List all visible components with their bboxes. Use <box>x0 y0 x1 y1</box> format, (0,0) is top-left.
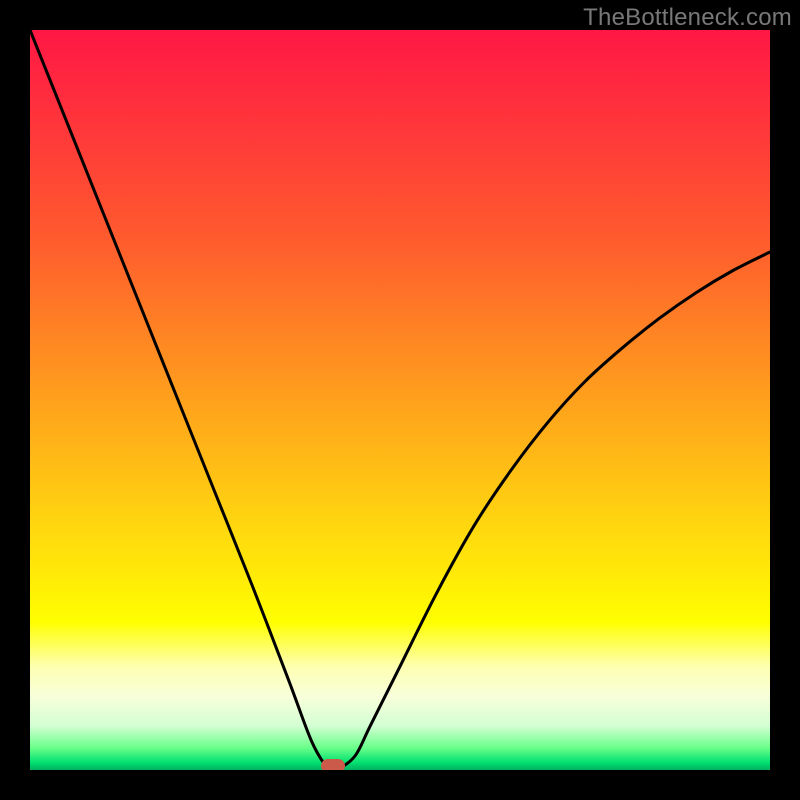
curve-svg <box>30 30 770 770</box>
optimum-marker <box>321 759 345 770</box>
watermark-text: TheBottleneck.com <box>583 4 792 32</box>
plot-area <box>30 30 770 770</box>
bottleneck-curve-path <box>30 30 770 770</box>
chart-frame: TheBottleneck.com <box>0 0 800 800</box>
